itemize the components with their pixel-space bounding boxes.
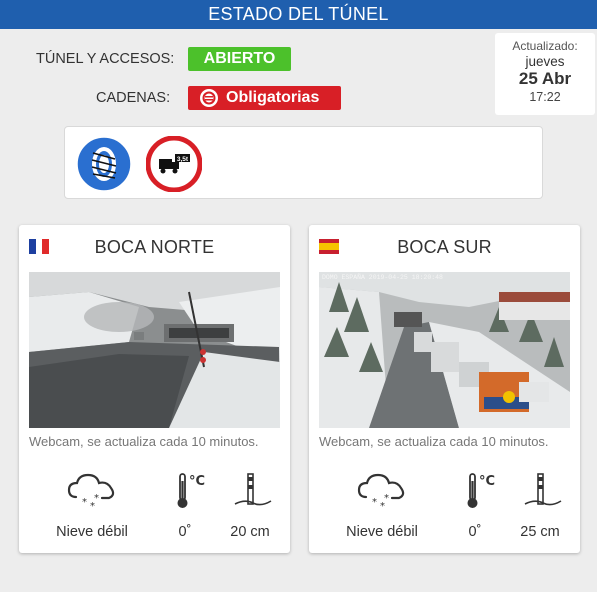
tunnel-status-row: TÚNEL Y ACCESOS: ABIERTO: [0, 47, 480, 73]
card-title: BOCA NORTE: [94, 237, 215, 257]
no-trucks-over-3.5t-icon: 3,5t: [146, 136, 202, 192]
webcam-caption: Webcam, se actualiza cada 10 minutos.: [29, 434, 259, 449]
svg-text:°C: °C: [479, 474, 495, 489]
snow-cloud-icon: * * *: [357, 473, 405, 511]
card-title: BOCA SUR: [397, 237, 492, 257]
chains-status-label: CADENAS:: [96, 90, 171, 106]
updated-time: 17:22: [529, 90, 561, 104]
svg-text:*: *: [94, 493, 99, 504]
weather-condition: Nieve débil: [346, 524, 418, 540]
thermometer-icon: °C: [467, 473, 495, 508]
updated-day: jueves: [525, 54, 565, 69]
boca-norte-card: BOCA NORTE Webcam, se actualiza cada 10 …: [19, 225, 290, 553]
snow-depth-value: 25 cm: [520, 524, 560, 540]
chains-required-badge: Obligatorias: [188, 86, 341, 110]
webcam-caption: Webcam, se actualiza cada 10 minutos.: [319, 434, 549, 449]
svg-text:*: *: [372, 497, 377, 508]
temperature-value: 0˚: [468, 524, 482, 540]
snow-depth-icon: [524, 473, 562, 506]
tunnel-status-label: TÚNEL Y ACCESOS:: [36, 51, 175, 67]
svg-text:°C: °C: [189, 474, 205, 489]
last-updated-panel: Actualizado: jueves 25 Abr 17:22: [495, 33, 595, 115]
tunnel-open-badge: ABIERTO: [188, 47, 291, 71]
page-header: ESTADO DEL TÚNEL: [0, 0, 597, 29]
snow-depth-value: 20 cm: [230, 524, 270, 540]
svg-text:*: *: [384, 493, 389, 504]
webcam-image[interactable]: [29, 272, 280, 428]
snow-depth-icon: [234, 473, 272, 506]
updated-date: 25 Abr: [518, 69, 572, 88]
snow-chains-required-icon: [76, 136, 132, 192]
svg-text:DOMO ESPAÑA 2019-04-25 18:20:: DOMO ESPAÑA 2019-04-25 18:20:48: [322, 273, 443, 281]
chains-required-text: Obligatorias: [226, 89, 320, 106]
traffic-signs-panel: 3,5t: [64, 126, 543, 199]
page-title: ESTADO DEL TÚNEL: [208, 4, 389, 24]
weather-condition: Nieve débil: [56, 524, 128, 540]
svg-text:3,5t: 3,5t: [177, 156, 189, 163]
thermometer-icon: °C: [177, 473, 205, 508]
chain-icon: [200, 89, 218, 107]
webcam-image[interactable]: DOMO ESPAÑA 2019-04-25 18:20:48: [319, 272, 570, 428]
temperature-value: 0˚: [178, 524, 192, 540]
snow-cloud-icon: * * *: [67, 473, 115, 511]
boca-sur-card: BOCA SUR DOMO ESPAÑA 2019-04-25 18:20:48…: [309, 225, 580, 553]
svg-text:*: *: [82, 497, 87, 508]
chains-status-row: CADENAS: Obligatorias: [0, 86, 480, 112]
updated-label: Actualizado:: [512, 39, 578, 53]
